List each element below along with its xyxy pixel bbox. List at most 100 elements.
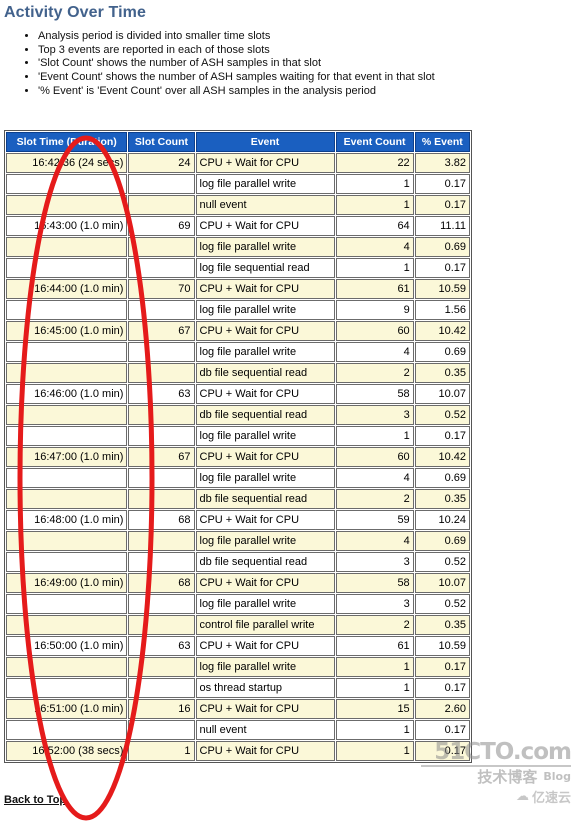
cell-event: log file parallel write <box>195 426 335 446</box>
table-row: db file sequential read 2 0.35 <box>6 489 470 509</box>
cell-pct-event: 0.17 <box>414 720 470 740</box>
cell-slot-count <box>128 678 195 698</box>
cell-event-count: 4 <box>335 468 414 488</box>
cell-pct-event: 3.82 <box>414 153 470 173</box>
cell-event: log file parallel write <box>195 594 335 614</box>
cell-event-count: 59 <box>335 510 414 530</box>
cell-pct-event: 10.59 <box>414 636 470 656</box>
table-row: 16:44:00 (1.0 min) 70 CPU + Wait for CPU 61… <box>6 279 470 299</box>
table-row: 16:43:00 (1.0 min) 69 CPU + Wait for CPU 64… <box>6 216 470 236</box>
cloud-icon: ☁ <box>515 789 529 804</box>
cell-slot-count <box>128 552 195 572</box>
cell-slot-count: 70 <box>128 279 195 299</box>
cell-event-count: 1 <box>335 426 414 446</box>
cell-slot-count <box>128 174 195 194</box>
cell-slot-time: 16:42:36 (24 secs) <box>6 153 128 173</box>
cell-slot-count <box>128 300 195 320</box>
cell-slot-count: 67 <box>128 321 195 341</box>
table-row: 16:49:00 (1.0 min) 68 CPU + Wait for CPU 58… <box>6 573 470 593</box>
cell-slot-count: 67 <box>128 447 195 467</box>
note-item: '% Event' is 'Event Count' over all ASH … <box>38 85 575 99</box>
cell-slot-time <box>6 468 128 488</box>
table-row: 16:47:00 (1.0 min) 67 CPU + Wait for CPU 60… <box>6 447 470 467</box>
cell-event-count: 3 <box>335 405 414 425</box>
cell-event: CPU + Wait for CPU <box>195 279 335 299</box>
column-header-slot-time[interactable]: Slot Time (Duration) <box>6 132 128 152</box>
cell-slot-time <box>6 405 128 425</box>
cell-event-count: 22 <box>335 153 414 173</box>
cell-slot-time <box>6 615 128 635</box>
cell-slot-time <box>6 342 128 362</box>
table-row: 16:46:00 (1.0 min) 63 CPU + Wait for CPU 58… <box>6 384 470 404</box>
cell-slot-time <box>6 426 128 446</box>
cell-slot-count <box>128 489 195 509</box>
cell-pct-event: 0.52 <box>414 594 470 614</box>
cell-event-count: 4 <box>335 531 414 551</box>
cell-pct-event: 0.69 <box>414 342 470 362</box>
table-row: log file parallel write 4 0.69 <box>6 237 470 257</box>
column-header-slot-count[interactable]: Slot Count <box>128 132 195 152</box>
cell-pct-event: 0.17 <box>414 258 470 278</box>
cell-event-count: 4 <box>335 237 414 257</box>
cell-slot-count <box>128 237 195 257</box>
cell-event-count: 61 <box>335 636 414 656</box>
cell-event: null event <box>195 720 335 740</box>
table-row: db file sequential read 3 0.52 <box>6 405 470 425</box>
cell-event-count: 1 <box>335 678 414 698</box>
column-header-pct-event[interactable]: % Event <box>414 132 470 152</box>
cell-slot-time <box>6 237 128 257</box>
cell-slot-count: 1 <box>128 741 195 761</box>
table-row: 16:42:36 (24 secs) 24 CPU + Wait for CPU 22… <box>6 153 470 173</box>
cell-event-count: 2 <box>335 489 414 509</box>
cell-slot-count <box>128 195 195 215</box>
activity-table-wrap: Slot Time (Duration) Slot Count Event Ev… <box>4 130 472 763</box>
cell-event: CPU + Wait for CPU <box>195 321 335 341</box>
cell-pct-event: 0.69 <box>414 237 470 257</box>
cell-event: CPU + Wait for CPU <box>195 699 335 719</box>
cell-slot-time <box>6 489 128 509</box>
cell-event-count: 1 <box>335 720 414 740</box>
cell-slot-count: 63 <box>128 636 195 656</box>
table-row: log file parallel write 1 0.17 <box>6 657 470 677</box>
table-row: log file parallel write 4 0.69 <box>6 531 470 551</box>
cell-slot-time <box>6 258 128 278</box>
watermark-divider <box>421 765 571 767</box>
cell-slot-count <box>128 468 195 488</box>
cell-slot-time: 16:46:00 (1.0 min) <box>6 384 128 404</box>
cell-slot-count <box>128 342 195 362</box>
cell-pct-event: 0.35 <box>414 489 470 509</box>
cell-slot-time <box>6 195 128 215</box>
cell-event: db file sequential read <box>195 363 335 383</box>
cell-slot-time <box>6 531 128 551</box>
cell-slot-count: 69 <box>128 216 195 236</box>
cell-event: null event <box>195 195 335 215</box>
cell-slot-count: 68 <box>128 510 195 530</box>
cell-slot-time <box>6 174 128 194</box>
cell-event: control file parallel write <box>195 615 335 635</box>
column-header-event[interactable]: Event <box>195 132 335 152</box>
cell-slot-count <box>128 426 195 446</box>
cell-pct-event: 0.17 <box>414 678 470 698</box>
cell-event: CPU + Wait for CPU <box>195 741 335 761</box>
cell-event-count: 1 <box>335 258 414 278</box>
cell-slot-time <box>6 720 128 740</box>
watermark-cn-text: 技术博客 <box>477 768 538 786</box>
table-row: log file sequential read 1 0.17 <box>6 258 470 278</box>
watermark-blog-text: Blog <box>543 770 571 783</box>
watermark-third-text: 亿速云 <box>531 791 571 806</box>
cell-slot-time <box>6 594 128 614</box>
back-to-top-link[interactable]: Back to Top <box>4 794 66 806</box>
cell-pct-event: 10.07 <box>414 384 470 404</box>
cell-event-count: 15 <box>335 699 414 719</box>
table-row: null event 1 0.17 <box>6 195 470 215</box>
cell-pct-event: 10.07 <box>414 573 470 593</box>
cell-event: log file parallel write <box>195 468 335 488</box>
cell-event-count: 9 <box>335 300 414 320</box>
column-header-event-count[interactable]: Event Count <box>335 132 414 152</box>
cell-pct-event: 11.11 <box>414 216 470 236</box>
cell-slot-time: 16:43:00 (1.0 min) <box>6 216 128 236</box>
cell-event-count: 4 <box>335 342 414 362</box>
cell-slot-count <box>128 594 195 614</box>
cell-event: log file parallel write <box>195 342 335 362</box>
table-row: os thread startup 1 0.17 <box>6 678 470 698</box>
